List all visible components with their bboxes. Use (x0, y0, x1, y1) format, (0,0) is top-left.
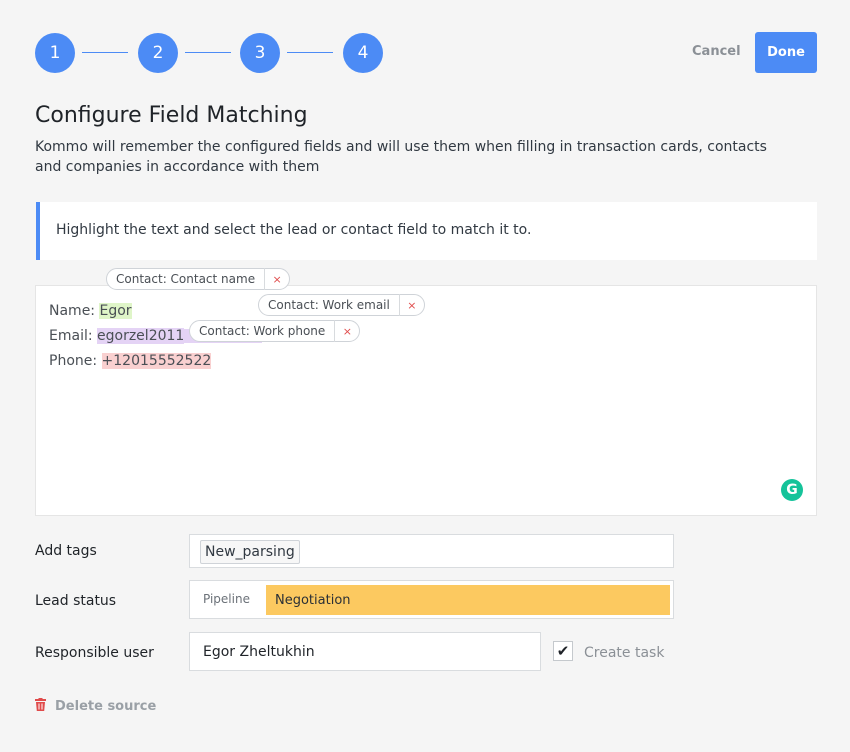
tags-input[interactable]: New_parsing (189, 534, 674, 568)
tooltip-work-email: Contact: Work email × (258, 294, 425, 316)
highlight-name[interactable]: Egor (99, 303, 132, 319)
step-2[interactable]: 2 (138, 33, 178, 73)
hint-box: Highlight the text and select the lead o… (36, 202, 817, 260)
line-label: Name: (49, 303, 100, 319)
lead-status-select[interactable]: Pipeline Negotiation (189, 580, 674, 619)
step-3[interactable]: 3 (240, 33, 280, 73)
step-connector (185, 52, 231, 53)
step-number: 4 (357, 43, 369, 63)
step-number: 2 (152, 43, 164, 63)
page-title: Configure Field Matching (35, 103, 308, 128)
step-1[interactable]: 1 (35, 33, 75, 73)
page-description: Kommo will remember the configured field… (35, 139, 767, 175)
close-icon[interactable]: × (265, 273, 289, 286)
step-connector (287, 52, 333, 53)
line-label: Phone: (49, 353, 102, 369)
delete-source-label: Delete source (55, 699, 157, 714)
checkmark-icon: ✔ (556, 642, 570, 660)
tooltip-label: Contact: Contact name (116, 272, 256, 286)
highlight-email[interactable]: egorzel2011 (97, 328, 185, 344)
hint-text: Highlight the text and select the lead o… (56, 222, 532, 238)
delete-source-button[interactable]: Delete source (35, 698, 156, 715)
highlight-phone[interactable]: +12015552522 (101, 353, 212, 369)
tag-chip[interactable]: New_parsing (200, 540, 300, 564)
close-icon[interactable]: × (400, 299, 424, 312)
create-task-label[interactable]: Create task (584, 645, 664, 661)
responsible-user-value: Egor Zheltukhin (203, 644, 315, 660)
responsible-user-label: Responsible user (35, 645, 154, 661)
status-pill[interactable]: Negotiation (266, 585, 670, 615)
done-button[interactable]: Done (755, 32, 817, 73)
cancel-button[interactable]: Cancel (692, 44, 741, 59)
step-number: 3 (254, 43, 266, 63)
tooltip-work-phone: Contact: Work phone × (189, 320, 361, 342)
responsible-user-input[interactable]: Egor Zheltukhin (189, 632, 541, 671)
pipeline-label: Pipeline (203, 592, 250, 606)
step-4[interactable]: 4 (343, 33, 383, 73)
tooltip-contact-name: Contact: Contact name × (106, 268, 291, 290)
tooltip-label: Contact: Work email (268, 298, 390, 312)
tags-label: Add tags (35, 543, 97, 559)
trash-icon (35, 698, 46, 715)
tooltip-label: Contact: Work phone (199, 324, 326, 338)
step-connector (82, 52, 128, 53)
editor-line-phone: Phone: +12015552522 (49, 353, 212, 369)
text-editor[interactable]: Name: Egor Email: egorzel2011 Phone: +12… (35, 285, 817, 516)
grammarly-icon[interactable]: G (781, 479, 803, 501)
editor-line-name: Name: Egor (49, 303, 132, 319)
line-label: Email: (49, 328, 98, 344)
close-icon[interactable]: × (335, 325, 359, 338)
step-number: 1 (49, 43, 61, 63)
create-task-checkbox[interactable]: ✔ (553, 641, 573, 661)
lead-status-label: Lead status (35, 593, 117, 609)
